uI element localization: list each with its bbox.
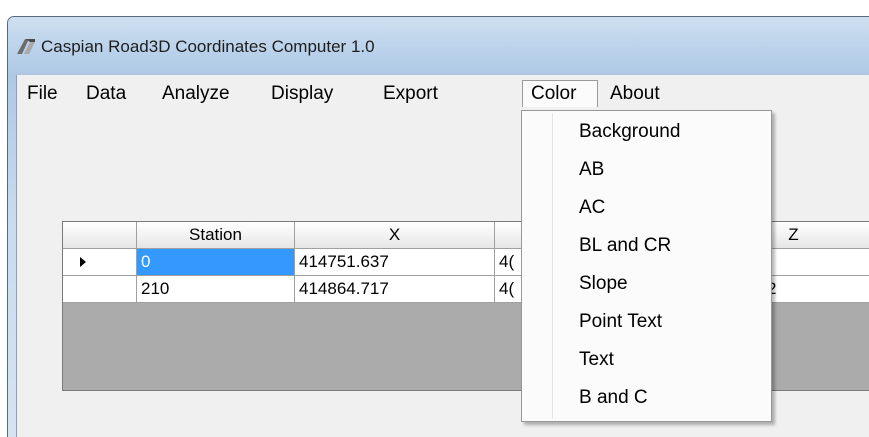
- grid-corner-header[interactable]: [63, 222, 137, 249]
- cell-x[interactable]: 414864.717: [295, 276, 495, 303]
- window-frame-left: [8, 75, 17, 437]
- column-header-station[interactable]: Station: [137, 222, 295, 249]
- road-app-icon: [17, 39, 35, 54]
- color-menu-dropdown: Background AB AC BL and CR Slope Point T…: [521, 110, 772, 422]
- menu-color[interactable]: Color: [522, 80, 598, 107]
- menu-analyze[interactable]: Analyze: [154, 80, 238, 107]
- cell-x[interactable]: 414751.637: [295, 249, 495, 276]
- row-header[interactable]: [63, 249, 137, 276]
- color-menu-item-background[interactable]: Background: [524, 113, 769, 151]
- window-title: Caspian Road3D Coordinates Computer 1.0: [41, 37, 375, 56]
- color-menu-item-ab[interactable]: AB: [524, 151, 769, 189]
- menu-data[interactable]: Data: [78, 80, 134, 107]
- color-menu-item-point-text[interactable]: Point Text: [524, 303, 769, 341]
- menu-export[interactable]: Export: [375, 80, 446, 107]
- menu-file[interactable]: File: [19, 80, 66, 107]
- color-menu-item-bl-and-cr[interactable]: BL and CR: [524, 227, 769, 265]
- title-bar[interactable]: Caspian Road3D Coordinates Computer 1.0: [8, 17, 869, 75]
- menu-bar: File Data Analyze Display Export Color A…: [17, 75, 869, 112]
- color-menu-item-slope[interactable]: Slope: [524, 265, 769, 303]
- cell-station[interactable]: 0: [137, 249, 295, 276]
- menu-display[interactable]: Display: [263, 80, 341, 107]
- menu-about[interactable]: About: [602, 80, 668, 107]
- color-menu-item-ac[interactable]: AC: [524, 189, 769, 227]
- color-menu-item-b-and-c[interactable]: B and C: [524, 379, 769, 417]
- color-menu-item-text[interactable]: Text: [524, 341, 769, 379]
- column-header-x[interactable]: X: [295, 222, 495, 249]
- row-header[interactable]: [63, 276, 137, 303]
- cell-station[interactable]: 210: [137, 276, 295, 303]
- current-row-arrow-icon: [80, 257, 86, 267]
